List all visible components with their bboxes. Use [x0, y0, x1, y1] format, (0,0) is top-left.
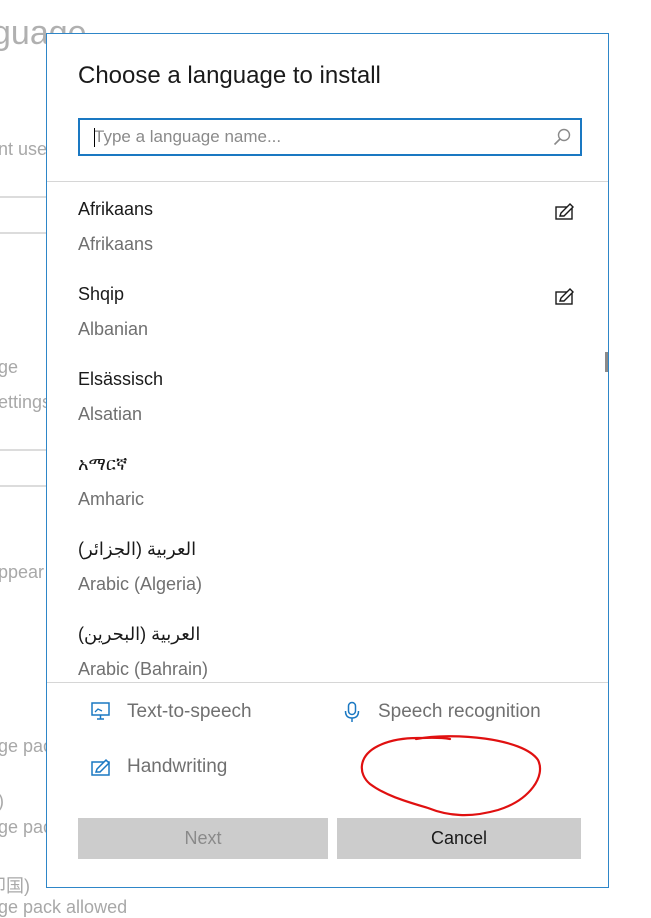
legend-text-to-speech: Text-to-speech [90, 701, 252, 723]
red-annotation-circle [360, 735, 541, 817]
text-caret [94, 128, 95, 147]
handwriting-icon [91, 758, 111, 776]
search-icon[interactable] [552, 127, 572, 147]
handwriting-icon [555, 288, 574, 305]
next-button[interactable]: Next [78, 818, 328, 859]
language-english-name: Arabic (Algeria) [78, 574, 203, 594]
text-to-speech-icon [91, 702, 110, 720]
list-top-divider [47, 181, 608, 182]
language-english-name: Afrikaans [78, 234, 154, 254]
language-native-name: العربية (البحرين) [78, 624, 201, 644]
language-item-afrikaans[interactable]: Afrikaans Afrikaans [47, 183, 608, 268]
microphone-icon [344, 701, 360, 722]
language-item-alsatian[interactable]: Elsässisch Alsatian [47, 353, 608, 438]
background-text: ge pac [0, 817, 53, 837]
language-native-name: Shqip [78, 284, 125, 304]
background-text: 印国) [0, 876, 30, 896]
language-item-albanian[interactable]: Shqip Albanian [47, 268, 608, 353]
language-english-name: Amharic [78, 489, 145, 509]
handwriting-icon [555, 203, 574, 220]
language-item-arabic-algeria[interactable]: العربية (الجزائر) Arabic (Algeria) [47, 523, 608, 608]
language-native-name: Afrikaans [78, 199, 154, 219]
legend-label: Handwriting [127, 756, 228, 777]
language-list[interactable]: Afrikaans Afrikaans Shqip Albanian Elsäs… [47, 183, 608, 682]
background-divider [0, 449, 48, 451]
background-text: ge pac [0, 736, 53, 756]
cancel-button[interactable]: Cancel [337, 818, 581, 859]
language-english-name: Arabic (Bahrain) [78, 659, 209, 679]
legend-speech-recognition: Speech recognition [341, 701, 541, 723]
language-native-name: አማርኛ [78, 454, 128, 474]
background-divider [0, 196, 48, 198]
language-english-name: Albanian [78, 319, 149, 339]
language-english-name: Alsatian [78, 404, 143, 424]
background-text: ge [0, 357, 19, 377]
background-text: ppear [0, 562, 45, 582]
legend-top-divider [47, 682, 608, 683]
language-item-arabic-bahrain[interactable]: العربية (البحرين) Arabic (Bahrain) [47, 608, 608, 682]
background-divider [0, 485, 48, 487]
language-native-name: العربية (الجزائر) [78, 539, 197, 559]
list-scrollbar-thumb[interactable] [605, 352, 608, 372]
legend-handwriting: Handwriting [90, 756, 227, 778]
dialog-title: Choose a language to install [78, 62, 381, 89]
background-text: nt use [0, 139, 48, 159]
language-search-input[interactable] [94, 120, 534, 154]
background-text: ettings [0, 392, 52, 412]
background-divider [0, 232, 48, 234]
search-box[interactable] [78, 118, 582, 156]
language-item-amharic[interactable]: አማርኛ Amharic [47, 438, 608, 523]
background-text: ) [0, 791, 4, 812]
language-native-name: Elsässisch [78, 369, 164, 389]
legend-label: Speech recognition [378, 701, 541, 722]
legend-label: Text-to-speech [127, 701, 252, 722]
